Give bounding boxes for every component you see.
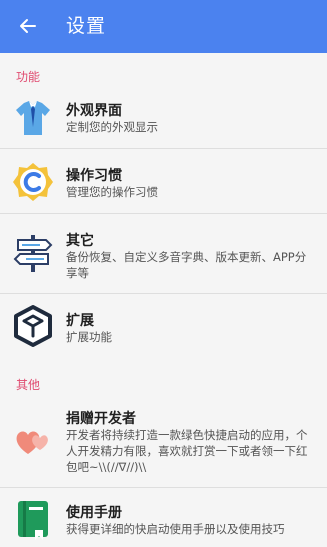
setting-item-habits[interactable]: 操作习惯 管理您的操作习惯 <box>0 149 327 212</box>
item-description: 开发者将持续打造一款绿色快捷启动的应用，个人开发精力有限，喜欢就打赏一下或者领一… <box>66 428 308 474</box>
cube-icon <box>14 305 52 347</box>
item-title: 捐赠开发者 <box>66 411 136 427</box>
shirt-icon <box>16 101 50 135</box>
item-title: 外观界面 <box>66 103 122 119</box>
page-title: 设置 <box>66 15 107 37</box>
item-title: 其它 <box>66 233 94 249</box>
item-title: 使用手册 <box>66 505 122 521</box>
item-description: 获得更详细的快启动使用手册以及使用技巧 <box>66 522 285 536</box>
hearts-icon <box>16 431 48 454</box>
signpost-icon <box>13 235 53 272</box>
arrow-left-icon[interactable] <box>18 16 38 36</box>
setting-item-other[interactable]: 其它 备份恢复、自定义多音字典、版本更新、APP分享等 <box>0 214 327 292</box>
setting-item-extensions[interactable]: 扩展 扩展功能 <box>0 294 327 358</box>
app-bar: 设置 <box>0 0 327 53</box>
item-description: 定制您的外观显示 <box>66 120 158 134</box>
setting-item-manual[interactable]: 使用手册 获得更详细的快启动使用手册以及使用技巧 <box>0 488 327 547</box>
setting-item-appearance[interactable]: 外观界面 定制您的外观显示 <box>0 87 327 147</box>
c-gear-icon <box>13 163 53 201</box>
section-label-features: 功能 <box>16 70 41 84</box>
item-description: 管理您的操作习惯 <box>66 185 158 199</box>
book-icon <box>18 501 48 540</box>
item-description: 备份恢复、自定义多音字典、版本更新、APP分享等 <box>66 250 307 280</box>
setting-item-donate[interactable]: 捐赠开发者 开发者将持续打造一款绿色快捷启动的应用，个人开发精力有限，喜欢就打赏… <box>0 396 327 486</box>
section-label-other: 其他 <box>16 378 41 392</box>
item-title: 操作习惯 <box>66 168 122 184</box>
item-title: 扩展 <box>66 313 94 329</box>
item-description: 扩展功能 <box>66 330 112 344</box>
